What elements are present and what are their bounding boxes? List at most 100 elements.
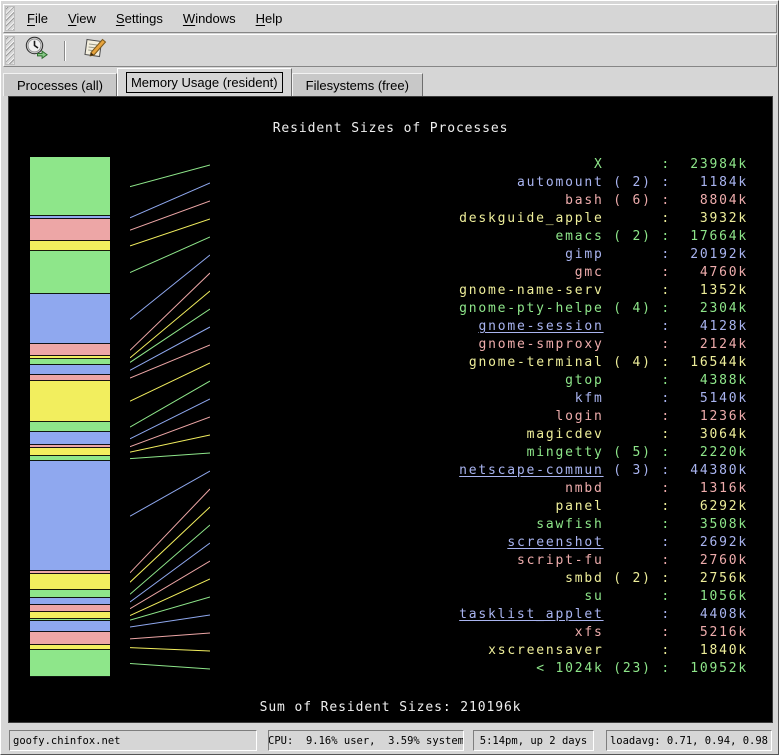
process-row-xscreensaver[interactable]: xscreensaver : 1840k (459, 642, 748, 660)
process-name: gimp (565, 247, 604, 262)
bar-segment-bash[interactable] (30, 219, 110, 241)
menu-settings[interactable]: Settings (106, 7, 173, 30)
process-name: gnome-name-serv (459, 283, 603, 298)
process-row-xfs[interactable]: xfs : 5216k (459, 624, 748, 642)
process-name: deskguide_apple (459, 211, 603, 226)
bar-segment-gimp[interactable] (30, 294, 110, 344)
process-row-su[interactable]: su : 1056k (459, 588, 748, 606)
menu-help[interactable]: Help (246, 7, 293, 30)
bar-segment-gnome-session[interactable] (30, 365, 110, 375)
process-row-gtop[interactable]: gtop : 4388k (459, 372, 748, 390)
leader-line-gnome-smproxy (130, 345, 210, 378)
process-row-emacs[interactable]: emacs ( 2) : 17664k (459, 228, 748, 246)
process-row-login[interactable]: login : 1236k (459, 408, 748, 426)
bar-segment-x[interactable] (30, 157, 110, 216)
process-row-x[interactable]: X : 23984k (459, 156, 748, 174)
bar-segment-1024k[interactable] (30, 650, 110, 677)
bar-segment-netscape-commun[interactable] (30, 461, 110, 571)
process-row-gimp[interactable]: gimp : 20192k (459, 246, 748, 264)
bar-segment-smbd[interactable] (30, 612, 110, 619)
process-row-nmbd[interactable]: nmbd : 1316k (459, 480, 748, 498)
menubar-grip-handle[interactable] (5, 6, 15, 31)
process-name: nmbd (565, 481, 604, 496)
process-name: su (584, 589, 603, 604)
process-row-netscape-commun[interactable]: netscape-commun ( 3) : 44380k (459, 462, 748, 480)
leader-line-xscreensaver (130, 648, 210, 651)
chart-title: Resident Sizes of Processes (9, 121, 772, 136)
process-row-mingetty[interactable]: mingetty ( 5) : 2220k (459, 444, 748, 462)
menu-items: FileViewSettingsWindowsHelp (17, 7, 292, 30)
process-name: xfs (575, 625, 604, 640)
menu-view[interactable]: View (58, 7, 106, 30)
bar-segment-xfs[interactable] (30, 632, 110, 645)
process-row-gnome-session[interactable]: gnome-session : 4128k (459, 318, 748, 336)
process-name: gnome-session (478, 319, 603, 334)
bar-segment-magicdev[interactable] (30, 448, 110, 456)
process-row-gnome-pty-helpe[interactable]: gnome-pty-helpe ( 4) : 2304k (459, 300, 748, 318)
leader-line-mingetty (130, 453, 210, 459)
leader-line-gtop (130, 381, 210, 427)
bar-segment-panel[interactable] (30, 574, 110, 590)
process-row-panel[interactable]: panel : 6292k (459, 498, 748, 516)
tab-memory-usage-resident[interactable]: Memory Usage (resident) (117, 68, 292, 96)
process-row-deskguide-apple[interactable]: deskguide_apple : 3932k (459, 210, 748, 228)
process-row-kfm[interactable]: kfm : 5140k (459, 390, 748, 408)
process-name: X (594, 157, 604, 172)
leader-line-gnome-pty-helpe (130, 309, 210, 362)
bar-segment-tasklist-applet[interactable] (30, 621, 110, 632)
leader-line-panel (130, 507, 210, 582)
process-row-sawfish[interactable]: sawfish : 3508k (459, 516, 748, 534)
bar-segment-deskguide-apple[interactable] (30, 241, 110, 251)
process-row-magicdev[interactable]: magicdev : 3064k (459, 426, 748, 444)
memory-usage-canvas: Resident Sizes of Processes X : 23984k a… (8, 96, 773, 723)
bar-segment-gnome-terminal[interactable] (30, 381, 110, 422)
process-row-gnome-terminal[interactable]: gnome-terminal ( 4) : 16544k (459, 354, 748, 372)
tab-processes-all[interactable]: Processes (all) (3, 73, 117, 96)
process-row-bash[interactable]: bash ( 6) : 8804k (459, 192, 748, 210)
process-row-1024k[interactable]: < 1024k (23) : 10952k (459, 660, 748, 678)
menu-windows[interactable]: Windows (173, 7, 246, 30)
process-name: sawfish (536, 517, 603, 532)
process-name: gnome-smproxy (478, 337, 603, 352)
leader-line-gnome-terminal (130, 363, 210, 401)
timer-button[interactable] (17, 33, 56, 68)
bar-segment-gtop[interactable] (30, 422, 110, 433)
leader-line-xfs (130, 633, 210, 639)
toolbar-grip-handle[interactable] (5, 36, 15, 65)
menubar: FileViewSettingsWindowsHelp (3, 4, 777, 33)
bar-segment-gmc[interactable] (30, 344, 110, 356)
process-row-gnome-name-serv[interactable]: gnome-name-serv : 1352k (459, 282, 748, 300)
process-name: mingetty (527, 445, 604, 460)
leader-line-automount (130, 183, 210, 218)
process-row-script-fu[interactable]: script-fu : 2760k (459, 552, 748, 570)
process-row-gmc[interactable]: gmc : 4760k (459, 264, 748, 282)
process-row-tasklist-applet[interactable]: tasklist_applet : 4408k (459, 606, 748, 624)
process-row-screenshot[interactable]: screenshot : 2692k (459, 534, 748, 552)
leader-line-gimp (130, 255, 210, 319)
leader-lines (130, 97, 210, 724)
bar-segment-screenshot[interactable] (30, 598, 110, 605)
hostname-panel: goofy.chinfox.net (9, 730, 257, 751)
tab-filesystems-free[interactable]: Filesystems (free) (292, 73, 423, 96)
process-name: kfm (575, 391, 604, 406)
process-row-automount[interactable]: automount ( 2) : 1184k (459, 174, 748, 192)
leader-line-1024k (130, 664, 210, 670)
properties-button[interactable] (74, 33, 114, 68)
menu-file[interactable]: File (17, 7, 58, 30)
tab-label: Filesystems (free) (301, 75, 414, 96)
process-row-gnome-smproxy[interactable]: gnome-smproxy : 2124k (459, 336, 748, 354)
process-name: panel (555, 499, 603, 514)
bar-segment-emacs[interactable] (30, 251, 110, 295)
process-name: gnome-pty-helpe (459, 301, 603, 316)
process-row-smbd[interactable]: smbd ( 2) : 2756k (459, 570, 748, 588)
bar-segment-sawfish[interactable] (30, 590, 110, 599)
process-name: smbd (565, 571, 604, 586)
bar-segment-kfm[interactable] (30, 432, 110, 445)
process-name: tasklist_applet (459, 607, 603, 622)
properties-icon (80, 35, 108, 66)
process-name: < 1024k (536, 661, 603, 676)
process-name: emacs (555, 229, 603, 244)
process-name: netscape-commun (459, 463, 603, 478)
process-name: gtop (565, 373, 604, 388)
bar-segment-script-fu[interactable] (30, 605, 110, 612)
